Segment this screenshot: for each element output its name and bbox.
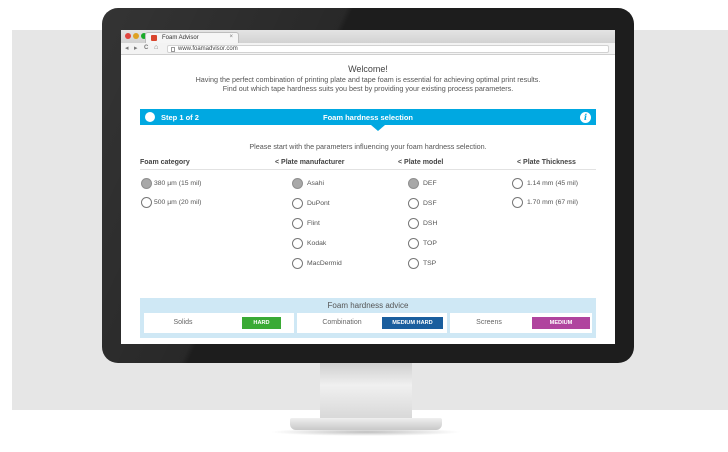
option-label: 1.14 mm (45 mil) — [527, 180, 578, 187]
monitor-stand-neck — [320, 363, 412, 419]
url-text: www.foamadvisor.com — [178, 46, 238, 52]
welcome-heading: Welcome! — [348, 64, 388, 74]
step-title: Foam hardness selection — [322, 112, 414, 122]
advice-solids: Solids HARD — [144, 313, 294, 333]
plate-manufacturer-header: < Plate manufacturer — [275, 159, 345, 166]
radio-button[interactable] — [292, 218, 303, 229]
step-header: Foam hardness selection Step 1 of 2 i — [140, 109, 596, 125]
scene: Foam Advisor × ◂ ▸ C ⌂ www.foamadvisor.c… — [0, 0, 728, 452]
hardness-badge: MEDIUM — [532, 317, 590, 329]
intro-line-2: Find out which tape hardness suits you b… — [222, 84, 514, 93]
option-label: TSP — [423, 260, 437, 267]
advice-combination: Combination MEDIUM HARD — [297, 313, 447, 333]
step-label: Step 1 of 2 — [161, 112, 199, 122]
radio-button[interactable] — [408, 178, 419, 189]
option-label: Kodak — [307, 240, 327, 247]
tab-bar: Foam Advisor × — [121, 30, 615, 43]
radio-button[interactable] — [292, 258, 303, 269]
advice-title: Foam hardness advice — [327, 301, 409, 310]
header-divider — [140, 169, 596, 170]
step-header-pointer — [371, 125, 385, 131]
radio-button[interactable] — [512, 178, 523, 189]
intro-text: Having the perfect combination of printi… — [121, 75, 615, 93]
option-label: Flint — [307, 220, 320, 227]
home-icon[interactable]: ⌂ — [154, 44, 158, 51]
option-label: 1.70 mm (67 mil) — [527, 199, 578, 206]
option-label: 500 µm (20 mil) — [154, 199, 202, 206]
toolbar: ◂ ▸ C ⌂ www.foamadvisor.com — [121, 43, 615, 55]
advice-name: Combination — [322, 319, 362, 326]
radio-button[interactable] — [408, 238, 419, 249]
advice-name: Screens — [476, 319, 502, 326]
radio-button[interactable] — [408, 198, 419, 209]
radio-button[interactable] — [141, 178, 152, 189]
advice-name: Solids — [173, 319, 193, 326]
minimize-window-button[interactable] — [133, 33, 139, 39]
radio-button[interactable] — [141, 197, 152, 208]
monitor-stand-base — [290, 418, 442, 430]
option-label: 380 µm (15 mil) — [154, 180, 202, 187]
forward-icon[interactable]: ▸ — [134, 44, 138, 52]
reload-icon[interactable]: C — [144, 45, 148, 51]
option-label: DuPont — [307, 200, 330, 207]
hardness-badge: HARD — [242, 317, 281, 329]
option-label: DEF — [423, 180, 437, 187]
foam-hardness-advice-panel: Foam hardness advice Solids HARD Combina… — [140, 298, 596, 338]
option-label: Asahi — [307, 180, 325, 187]
radio-button[interactable] — [292, 238, 303, 249]
address-bar[interactable]: www.foamadvisor.com — [167, 45, 609, 53]
page-icon — [171, 47, 175, 52]
instruction-text: Please start with the parameters influen… — [249, 142, 487, 151]
tab-close-icon[interactable]: × — [229, 34, 233, 40]
foam-category-header: Foam category — [140, 159, 190, 166]
radio-button[interactable] — [292, 198, 303, 209]
radio-button[interactable] — [292, 178, 303, 189]
radio-button[interactable] — [408, 258, 419, 269]
plate-thickness-header: < Plate Thickness — [517, 159, 576, 166]
close-window-button[interactable] — [125, 33, 131, 39]
option-label: MacDermid — [307, 260, 342, 267]
monitor-bezel: Foam Advisor × ◂ ▸ C ⌂ www.foamadvisor.c… — [102, 8, 634, 363]
plate-model-header: < Plate model — [398, 159, 444, 166]
option-label: DSH — [423, 220, 438, 227]
option-label: TOP — [423, 240, 437, 247]
intro-line-1: Having the perfect combination of printi… — [195, 75, 541, 84]
radio-button[interactable] — [512, 197, 523, 208]
hardness-badge: MEDIUM HARD — [382, 317, 443, 329]
tab-title: Foam Advisor — [162, 35, 199, 41]
info-icon[interactable]: i — [580, 111, 591, 123]
option-label: DSF — [423, 200, 437, 207]
favicon-icon — [151, 35, 157, 41]
back-icon[interactable]: ◂ — [125, 44, 129, 52]
advice-screens: Screens MEDIUM — [450, 313, 592, 333]
browser-tab[interactable]: Foam Advisor × — [145, 32, 239, 43]
radio-button[interactable] — [408, 218, 419, 229]
browser-window: Foam Advisor × ◂ ▸ C ⌂ www.foamadvisor.c… — [121, 30, 615, 344]
